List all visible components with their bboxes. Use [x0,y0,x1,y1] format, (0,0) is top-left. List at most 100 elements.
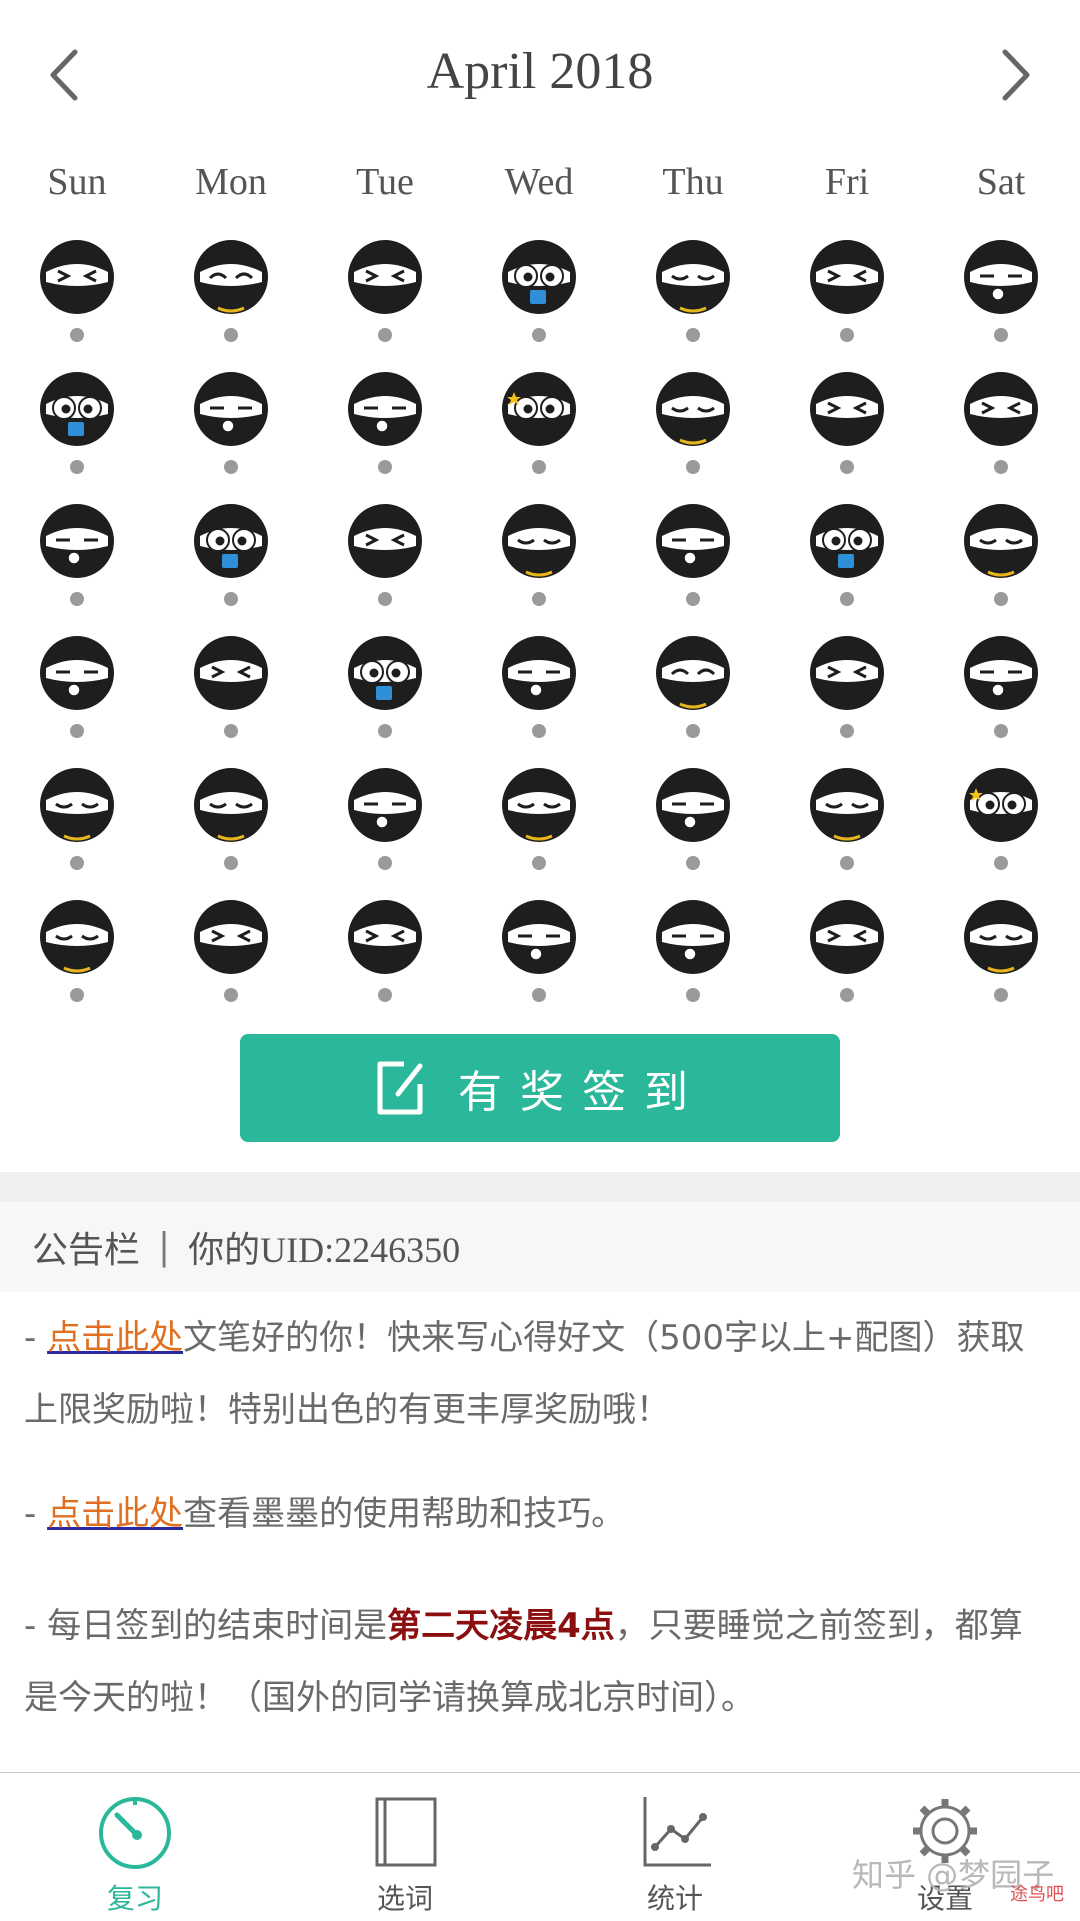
calendar-day-cell[interactable] [0,496,154,628]
calendar-day-cell[interactable] [770,232,924,364]
calendar-day-cell[interactable] [770,628,924,760]
owl-book-icon [810,504,884,578]
day-dot [686,856,700,870]
user-uid: 你的UID:2246350 [188,1230,461,1270]
tab-words[interactable]: 选词 [270,1773,540,1921]
notice-link[interactable]: 点击此处 [47,1318,183,1358]
calendar-day-cell[interactable] [770,496,924,628]
tab-review[interactable]: 复习 [0,1773,270,1921]
bulletin-header: 公告栏 | 你的UID:2246350 [0,1202,1080,1292]
owl-sleepy-icon [502,768,576,842]
day-dot [378,460,392,474]
calendar-day-cell[interactable] [154,892,308,1024]
day-dot [70,856,84,870]
calendar-day-cell[interactable] [154,760,308,892]
calendar-day-cell[interactable] [308,232,462,364]
calendar-day-cell[interactable] [924,628,1078,760]
owl-monocle-icon [656,504,730,578]
calendar-day-cell[interactable] [462,760,616,892]
calendar-header: April 2018 [0,0,1080,150]
calendar-day-cell[interactable] [0,892,154,1024]
owl-sleepy-icon [656,372,730,446]
owl-monocle-icon [348,768,422,842]
owl-wink-icon [656,636,730,710]
owl-star-icon [964,768,1038,842]
day-dot [378,592,392,606]
calendar-day-cell[interactable] [0,628,154,760]
notice-prefix: - 每日签到的结束时间是 [24,1606,388,1646]
calendar-day-cell[interactable] [462,496,616,628]
day-dot [224,592,238,606]
day-dot [994,328,1008,342]
calendar-day-cell[interactable] [924,892,1078,1024]
calendar-day-cell[interactable] [308,760,462,892]
calendar-day-cell[interactable] [924,364,1078,496]
calendar-day-cell[interactable] [924,232,1078,364]
calendar-day-cell[interactable] [154,628,308,760]
owl-squint-icon [40,240,114,314]
owl-monocle-icon [40,636,114,710]
bulletin-separator: | [158,1226,171,1268]
calendar-day-cell[interactable] [462,628,616,760]
calendar-day-cell[interactable] [308,628,462,760]
calendar-day-cell[interactable] [154,364,308,496]
day-dot [686,988,700,1002]
calendar-day-cell[interactable] [0,760,154,892]
checkin-button[interactable]: 有奖签到 [240,1034,840,1142]
tab-stats[interactable]: 统计 [540,1773,810,1921]
day-dot [70,988,84,1002]
calendar-day-cell[interactable] [616,496,770,628]
calendar-day-cell[interactable] [462,232,616,364]
chevron-right-icon[interactable] [985,40,1045,110]
bottom-tab-bar: 复习 选词 统计 设置 [0,1772,1080,1921]
weekday-label: Thu [662,161,724,203]
calendar-day-cell[interactable] [308,892,462,1024]
day-dot [840,592,854,606]
calendar-day-cell[interactable] [0,232,154,364]
day-dot [994,856,1008,870]
calendar-day-cell[interactable] [0,364,154,496]
owl-wink-icon [194,240,268,314]
owl-monocle-icon [656,768,730,842]
calendar-day-cell[interactable] [770,892,924,1024]
day-dot [994,724,1008,738]
calendar-day-cell[interactable] [770,760,924,892]
weekday-label: Wed [504,161,574,203]
weekday-label: Sat [976,161,1026,203]
calendar-day-cell[interactable] [924,760,1078,892]
calendar-day-cell[interactable] [308,364,462,496]
day-dot [70,724,84,738]
calendar-day-cell[interactable] [616,760,770,892]
day-dot [378,856,392,870]
calendar-day-cell[interactable] [462,364,616,496]
weekday-label: Tue [356,161,414,203]
owl-monocle-icon [656,900,730,974]
calendar-day-cell[interactable] [616,892,770,1024]
watermark-site: 途鸟吧 [1010,1884,1064,1905]
calendar-day-cell[interactable] [154,232,308,364]
notice-link[interactable]: 点击此处 [47,1494,183,1534]
day-dot [378,328,392,342]
calendar-day-cell[interactable] [462,892,616,1024]
weekday-label: Mon [195,161,267,203]
calendar-day-cell[interactable] [924,496,1078,628]
calendar-day-cell[interactable] [308,496,462,628]
day-dot [686,460,700,474]
checkin-label: 有奖签到 [458,1067,706,1118]
day-dot [840,988,854,1002]
calendar-day-cell[interactable] [616,364,770,496]
section-divider [0,1172,1080,1202]
calendar-grid [0,232,1080,1012]
day-dot [224,328,238,342]
calendar-day-cell[interactable] [616,628,770,760]
edit-icon [377,1061,423,1115]
owl-squint-icon [810,636,884,710]
calendar-day-cell[interactable] [616,232,770,364]
bulletin-title: 公告栏 [32,1230,141,1271]
notice-item: - 点击此处文笔好的你！快来写心得好文（500字以上+配图）获取上限奖励啦！特别… [24,1302,1054,1446]
day-dot [686,724,700,738]
owl-sleepy-icon [964,504,1038,578]
calendar-day-cell[interactable] [770,364,924,496]
calendar-day-cell[interactable] [154,496,308,628]
owl-monocle-icon [502,636,576,710]
